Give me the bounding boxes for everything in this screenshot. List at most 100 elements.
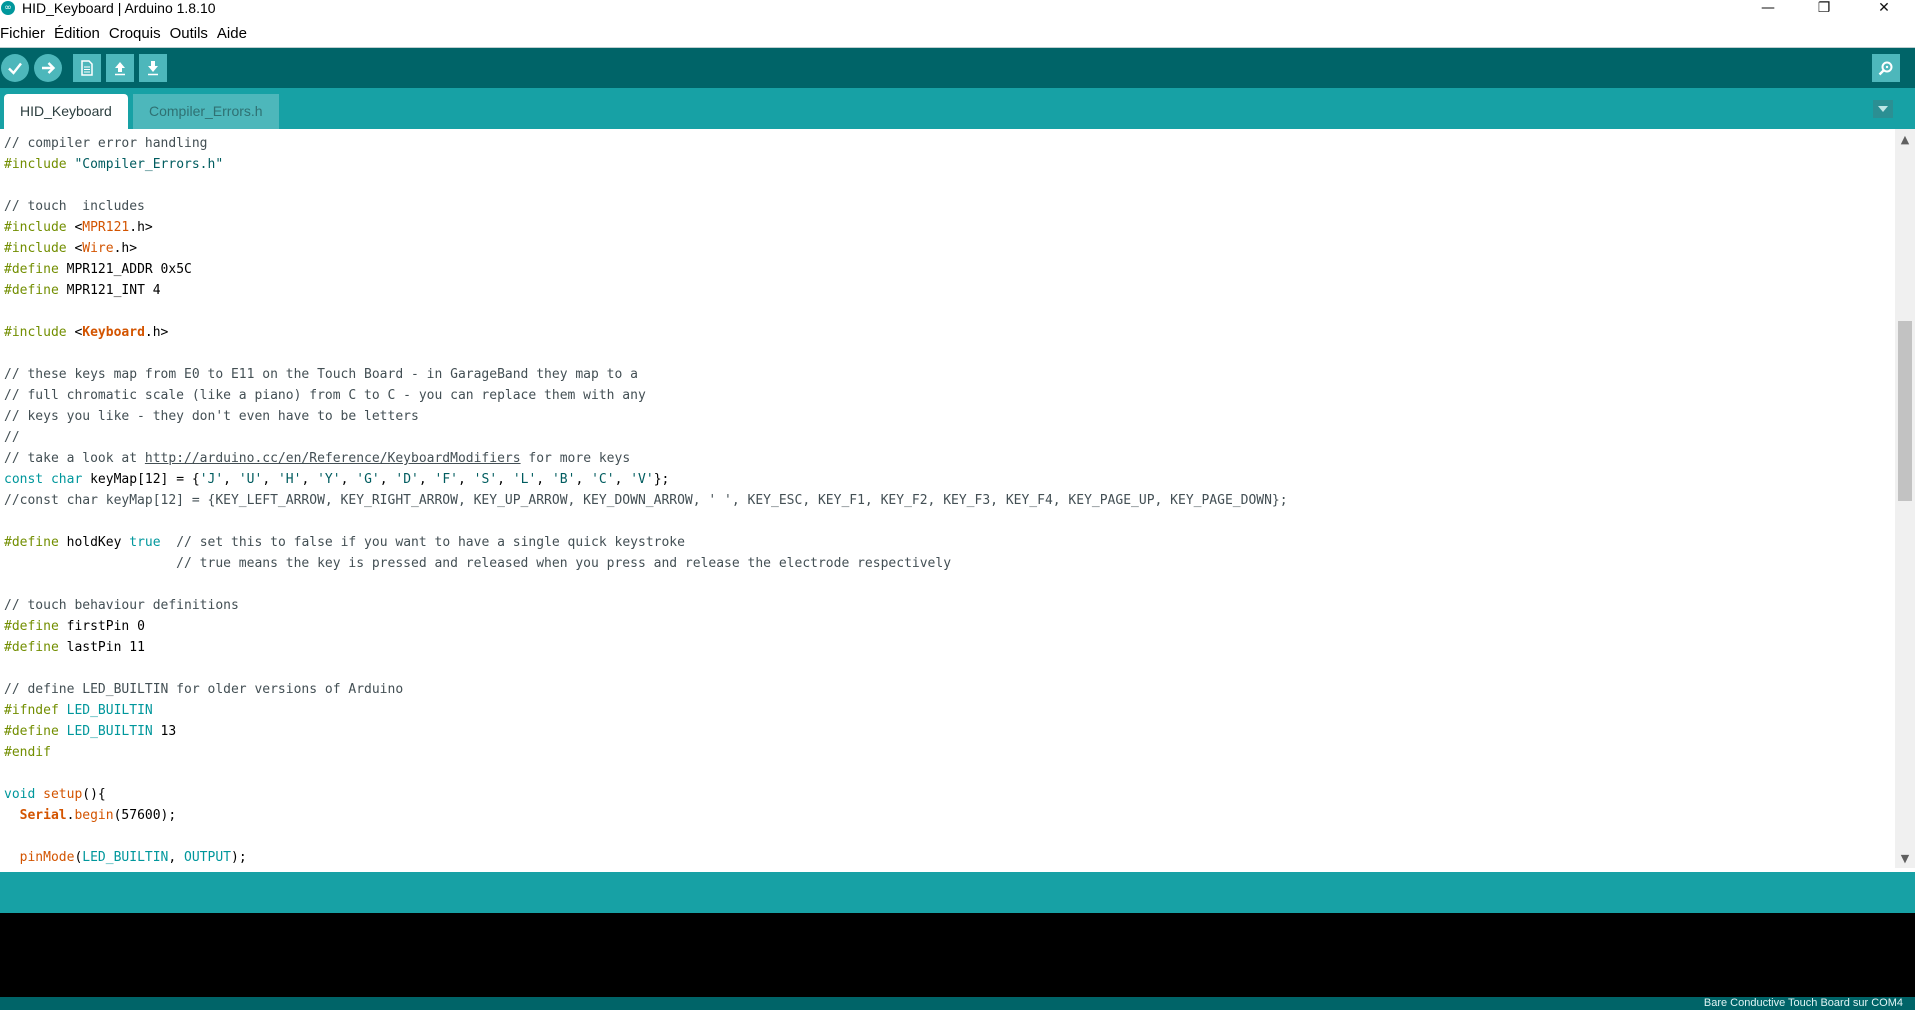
code-directive: #ifndef [4,703,59,718]
console-output[interactable] [0,913,1915,997]
verify-icon [8,62,22,75]
keymap-value: 'V' [630,472,654,487]
code-comment: // keys you like - they don't even have … [4,409,419,424]
menu-aide[interactable]: Aide [217,23,250,45]
vertical-scrollbar[interactable]: ▲ ▼ [1895,129,1915,868]
verify-button[interactable] [1,54,29,82]
code-library: MPR121 [82,220,130,235]
keymap-value: 'U' [238,472,263,487]
code-keyword: const [4,472,44,487]
code-text-segment: lastPin 11 [58,640,145,655]
scroll-down-icon[interactable]: ▼ [1899,852,1911,865]
scroll-up-icon[interactable]: ▲ [1899,133,1911,146]
code-keyword: void [4,787,36,802]
window-title: HID_Keyboard | Arduino 1.8.10 [22,0,216,16]
open-icon [115,62,125,76]
code-directive: #include [4,157,67,172]
code-function: pinMode [19,850,75,865]
toolbar [0,48,1915,88]
code-directive: #define [4,262,59,277]
code-comment: // true means the key is pressed and rel… [4,556,952,571]
code-directive: #define [4,640,59,655]
code-text-segment: , [168,850,185,865]
code-text[interactable]: // compiler error handling #include "Com… [4,133,1288,868]
code-text-segment: }; [653,472,670,487]
keymap-value: 'L' [512,472,537,487]
menu-fichier[interactable]: Fichier [0,23,48,45]
code-text-segment: holdKey [58,535,130,550]
reference-link[interactable]: http://arduino.cc/en/Reference/KeyboardM… [145,451,521,466]
code-text-segment: ); [231,850,247,865]
code-directive: #define [4,724,59,739]
save-icon [148,61,158,76]
open-button[interactable] [106,54,134,82]
board-port-label: Bare Conductive Touch Board sur COM4 [1703,997,1903,1009]
keymap-value: 'S' [473,472,498,487]
code-comment: // [4,430,20,445]
code-comment: // these keys map from E0 to E11 on the … [4,367,638,382]
arduino-logo-icon: ∞ [1,1,15,15]
code-library: Keyboard [82,325,145,340]
code-keyword: char [50,472,83,487]
restore-button[interactable]: ❐ [1801,0,1847,16]
code-text-segment: (57600); [113,808,177,823]
code-comment: // touch includes [4,199,145,214]
code-comment: for more keys [520,451,631,466]
code-comment: // set this to false if you want to have… [160,535,685,550]
code-directive: #include [4,241,67,256]
code-library: Wire [82,241,114,256]
status-bar [0,872,1915,913]
title-bar: ∞ HID_Keyboard | Arduino 1.8.10 — ❐ ✕ [0,0,1915,16]
save-button[interactable] [139,54,167,82]
code-directive: #endif [4,745,51,760]
new-button[interactable] [73,54,101,82]
close-button[interactable]: ✕ [1861,0,1907,16]
new-icon [81,60,93,76]
code-text-segment: MPR121_ADDR 0x5C [66,262,192,277]
code-text-segment: 13 [152,724,177,739]
upload-button[interactable] [34,54,62,82]
code-comment: // take a look at [4,451,145,466]
code-function: setup [43,787,83,802]
tab-hid-keyboard[interactable]: HID_Keyboard [4,94,128,129]
keymap-value: 'J' [199,472,224,487]
code-keyword: LED_BUILTIN [82,850,169,865]
keymap-value: 'Y' [317,472,341,487]
code-text-segment: MPR121_INT 4 [66,283,161,298]
code-function: begin [74,808,114,823]
code-comment: // define LED_BUILTIN for older versions… [4,682,404,697]
keymap-value: 'G' [356,472,380,487]
keymap-value: 'F' [434,472,459,487]
footer-bar: Bare Conductive Touch Board sur COM4 [0,997,1915,1010]
code-keyword: LED_BUILTIN [66,724,153,739]
code-text-segment: keyMap[12] = { [82,472,200,487]
menu-edition[interactable]: Édition [54,23,103,45]
code-comment: // touch behaviour definitions [4,598,239,613]
code-comment: // compiler error handling [4,136,208,151]
code-directive: #define [4,535,59,550]
code-editor[interactable]: // compiler error handling #include "Com… [0,129,1895,868]
code-directive: #define [4,283,59,298]
code-object: Serial [19,808,67,823]
chevron-down-icon [1878,106,1888,112]
upload-icon [42,62,56,74]
keymap-value: 'H' [277,472,302,487]
serial-monitor-button[interactable] [1872,54,1900,82]
menu-croquis[interactable]: Croquis [109,23,164,45]
menu-bar: Fichier Édition Croquis Outils Aide [0,23,256,45]
code-keyword: OUTPUT [184,850,231,865]
keymap-value: 'D' [395,472,419,487]
serial-monitor-icon [1878,61,1893,76]
keymap-value: 'B' [551,472,576,487]
code-comment: //const char keyMap[12] = {KEY_LEFT_ARRO… [4,493,1288,508]
tab-menu-button[interactable] [1873,100,1893,118]
scrollbar-thumb[interactable] [1898,321,1912,501]
tab-compiler-errors[interactable]: Compiler_Errors.h [133,94,279,129]
menu-outils[interactable]: Outils [170,23,211,45]
code-text-segment: firstPin 0 [58,619,145,634]
code-keyword: LED_BUILTIN [66,703,153,718]
minimize-button[interactable]: — [1745,0,1791,16]
code-directive: #include [4,325,67,340]
code-comment: // full chromatic scale (like a piano) f… [4,388,646,403]
code-text-segment: (){ [82,787,106,802]
